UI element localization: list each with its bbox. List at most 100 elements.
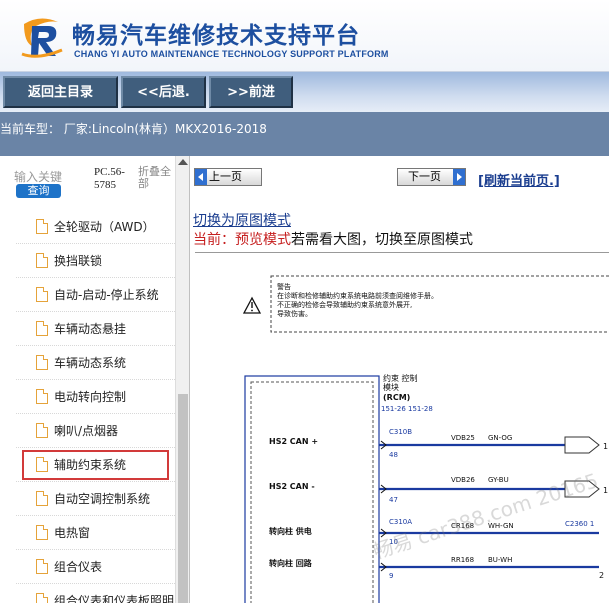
collapse-all-link[interactable]: 折叠全部 xyxy=(138,166,176,190)
connector-id: C310B xyxy=(389,428,412,436)
menu-item-label: 电动转向控制 xyxy=(54,390,127,404)
keyword-input[interactable]: 输入关键 xyxy=(14,168,62,185)
refresh-page-link[interactable]: [刷新当前页.] xyxy=(478,170,560,189)
wiring-diagram: 警告 在诊断和检修辅助约束系统电路前须查阅维修手册。 不正确的检修会导致辅助约束… xyxy=(242,275,609,603)
circuit-id: VDB26 xyxy=(451,476,475,484)
warning-line-3: 导致伤害。 xyxy=(277,309,312,318)
next-page-button[interactable]: 下一页 xyxy=(397,168,466,186)
nav-bar: 返回主目录 <<后退. >>前进 xyxy=(0,72,609,112)
diagram-top-border xyxy=(195,252,609,253)
menu-list: 全轮驱动（AWD） 换挡联锁 自动-启动-停止系统 车辆动态悬挂 车辆动态系统 … xyxy=(16,210,175,603)
pin-label: 转向柱 供电 xyxy=(269,526,312,536)
mode-status-hint: 若需看大图，切换至原图模式 xyxy=(291,232,473,248)
right-pin: 1 xyxy=(603,486,608,495)
menu-item-power-steering[interactable]: 电动转向控制 xyxy=(16,380,175,414)
menu-item-instrument-cluster[interactable]: 组合仪表 xyxy=(16,550,175,584)
cy-logo-icon xyxy=(21,18,63,58)
brand-title: 畅易汽车维修技术支持平台 xyxy=(72,23,360,49)
main-content: 上一页 下一页 [刷新当前页.] 切换为原图模式 当前：预览模式若需看大图，切换… xyxy=(190,156,609,603)
scroll-up-arrow-icon[interactable] xyxy=(178,159,188,165)
back-button[interactable]: <<后退. xyxy=(121,76,206,108)
mode-status-line: 当前：预览模式若需看大图，切换至原图模式 xyxy=(193,229,473,249)
right-pin: C2360 1 xyxy=(565,520,594,528)
search-button[interactable]: 查询 xyxy=(16,184,61,198)
menu-item-restraint-system[interactable]: 辅助约束系统 xyxy=(16,448,175,482)
menu-item-vehicle-dynamics[interactable]: 车辆动态系统 xyxy=(16,346,175,380)
pin-number: 48 xyxy=(389,451,398,459)
menu-item-label: 车辆动态系统 xyxy=(54,356,127,370)
doc-code: PC.56-5785 xyxy=(94,166,125,191)
document-icon xyxy=(36,423,48,438)
home-button[interactable]: 返回主目录 xyxy=(3,76,118,108)
brand-subtitle: CHANG YI AUTO MAINTENANCE TECHNOLOGY SUP… xyxy=(74,49,389,59)
menu-item-label: 喇叭/点烟器 xyxy=(54,424,119,438)
sidebar-scrollbar[interactable] xyxy=(175,156,189,603)
menu-item-dynamic-suspension[interactable]: 车辆动态悬挂 xyxy=(16,312,175,346)
warning-title: 警告 xyxy=(277,282,291,291)
arrow-right-icon xyxy=(453,169,465,185)
menu-item-awd[interactable]: 全轮驱动（AWD） xyxy=(16,210,175,244)
document-icon xyxy=(36,457,48,472)
menu-item-shift-interlock[interactable]: 换挡联锁 xyxy=(16,244,175,278)
document-icon xyxy=(36,389,48,404)
document-icon xyxy=(36,219,48,234)
menu-item-label: 组合仪表 xyxy=(54,560,103,574)
right-pin: 1 xyxy=(603,442,608,451)
wire-color: BU-WH xyxy=(488,556,512,564)
current-model-text: 当前车型： 厂家:Lincoln(林肯）MKX2016-2018 xyxy=(0,122,267,136)
next-page-label: 下一页 xyxy=(408,170,441,183)
menu-item-horn-lighter[interactable]: 喇叭/点烟器 xyxy=(16,414,175,448)
switch-original-mode-link[interactable]: 切换为原图模式 xyxy=(193,210,291,230)
wire-color: GY-BU xyxy=(488,476,509,484)
document-icon xyxy=(36,593,48,603)
document-icon xyxy=(36,321,48,336)
wire-color: WH-GN xyxy=(488,522,514,530)
connector-id: C310A xyxy=(389,518,412,526)
pin-row-hs2-can-plus: HS2 CAN + C310B 48 VDB25 GN-OG 1 xyxy=(269,428,608,459)
pin-label: HS2 CAN - xyxy=(269,482,315,491)
wire-color: GN-OG xyxy=(488,434,512,442)
menu-item-label: 电热窗 xyxy=(54,526,91,540)
forward-button[interactable]: >>前进 xyxy=(209,76,293,108)
menu-item-label: 换挡联锁 xyxy=(54,254,103,268)
pin-label: 转向柱 回路 xyxy=(269,558,313,568)
document-icon xyxy=(36,559,48,574)
menu-item-cluster-lighting[interactable]: 组合仪表和仪表板照明 xyxy=(16,584,175,603)
circuit-id: CR168 xyxy=(451,522,474,530)
menu-item-label: 车辆动态悬挂 xyxy=(54,322,127,336)
module-name-line-2: 模块 xyxy=(383,382,399,392)
document-icon xyxy=(36,355,48,370)
arrow-left-icon xyxy=(195,169,207,185)
document-icon xyxy=(36,253,48,268)
prev-page-label: 上一页 xyxy=(209,170,242,183)
circuit-id: RR168 xyxy=(451,556,474,564)
menu-item-heated-windows[interactable]: 电热窗 xyxy=(16,516,175,550)
pager-bar: 上一页 下一页 [刷新当前页.] xyxy=(190,156,609,198)
module-name-line-1: 约束 控制 xyxy=(383,373,418,383)
prev-page-button[interactable]: 上一页 xyxy=(194,168,262,186)
module-page-refs: 151-26 151-28 xyxy=(381,405,433,413)
menu-item-auto-climate[interactable]: 自动空调控制系统 xyxy=(16,482,175,516)
scroll-thumb[interactable] xyxy=(178,394,188,603)
pin-number: 10 xyxy=(389,538,398,546)
menu-item-auto-start-stop[interactable]: 自动-启动-停止系统 xyxy=(16,278,175,312)
right-pin: 2 xyxy=(599,571,604,580)
menu-item-label: 自动-启动-停止系统 xyxy=(54,288,159,302)
document-icon xyxy=(36,287,48,302)
pin-label: HS2 CAN + xyxy=(269,437,318,446)
pin-row-hs2-can-minus: HS2 CAN - 47 VDB26 GY-BU 1 xyxy=(269,476,608,504)
circuit-id: VDB25 xyxy=(451,434,475,442)
menu-item-label: 组合仪表和仪表板照明 xyxy=(54,594,175,603)
warning-line-1: 在诊断和检修辅助约束系统电路前须查阅维修手册。 xyxy=(277,291,438,300)
pin-row-steering-column-supply: 转向柱 供电 C310A 10 CR168 WH-GN C2360 1 xyxy=(269,518,599,546)
current-model-bar: 当前车型： 厂家:Lincoln(林肯）MKX2016-2018 xyxy=(0,112,609,156)
pin-row-steering-column-return: 转向柱 回路 9 RR168 BU-WH 2 xyxy=(269,556,604,580)
warning-line-2: 不正确的检修会导致辅助约束系统意外展开, xyxy=(277,300,412,309)
sidebar: 输入关键 查询 PC.56-5785 折叠全部 全轮驱动（AWD） 换挡联锁 自… xyxy=(0,156,190,603)
pin-number: 9 xyxy=(389,572,393,580)
site-header: 畅易汽车维修技术支持平台 CHANG YI AUTO MAINTENANCE T… xyxy=(0,0,609,72)
module-name-line-3: (RCM) xyxy=(383,393,410,402)
search-area: 输入关键 查询 PC.56-5785 折叠全部 xyxy=(0,156,175,206)
document-icon xyxy=(36,525,48,540)
rcm-inner-outline xyxy=(250,381,374,603)
